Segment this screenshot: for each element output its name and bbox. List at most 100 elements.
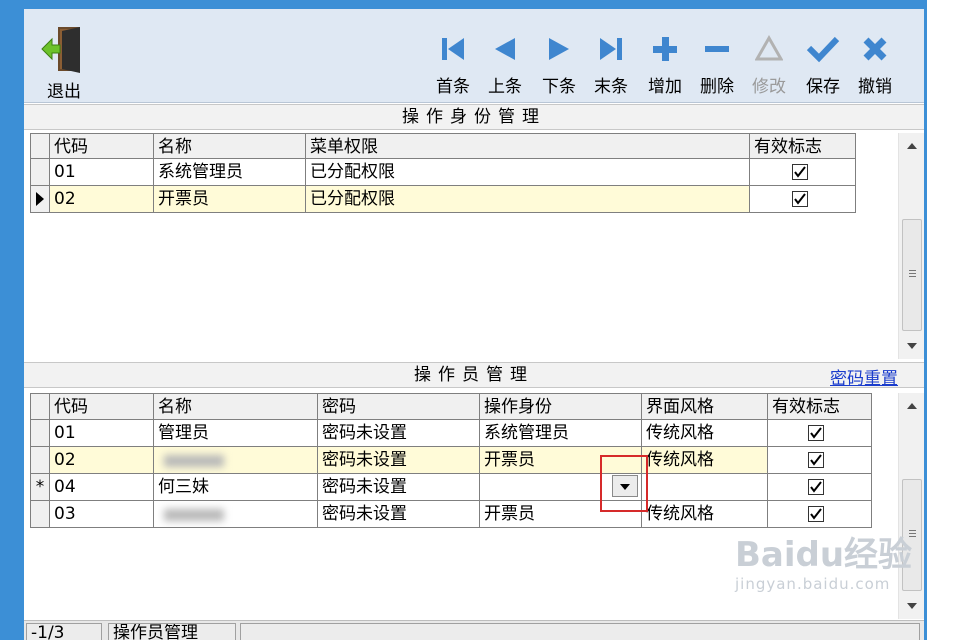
roles-row-indicator-current[interactable] — [30, 186, 50, 213]
scroll-down-arrow-icon[interactable] — [907, 343, 917, 349]
roles-grid: 代码 名称 菜单权限 有效标志 01 系统管理员 已分配权限 02 开票员 已分… — [30, 131, 900, 359]
operators-row-indicator[interactable] — [30, 420, 50, 447]
operators-cell-password[interactable]: 密码未设置 — [318, 501, 480, 528]
operators-cell-style[interactable]: 传统风格 — [642, 447, 768, 474]
record-position: -1/3 — [26, 623, 102, 640]
roles-section-title: 操作身份管理 — [24, 104, 924, 130]
exit-label: 退出 — [47, 82, 81, 102]
operators-cell-name-blurred[interactable] — [154, 501, 318, 528]
first-record-label: 首条 — [436, 77, 470, 97]
first-record-icon — [439, 35, 467, 68]
operators-header-code[interactable]: 代码 — [50, 393, 154, 420]
operators-cell-style[interactable]: 传统风格 — [642, 420, 768, 447]
roles-header-valid[interactable]: 有效标志 — [750, 133, 856, 159]
exit-button[interactable]: 退出 — [36, 9, 92, 103]
operators-cell-password[interactable]: 密码未设置 — [318, 474, 480, 501]
add-icon — [651, 35, 679, 68]
operators-row-indicator[interactable] — [30, 447, 50, 474]
add-button[interactable]: 增加 — [640, 9, 690, 103]
cancel-x-icon — [861, 35, 889, 68]
delete-button[interactable]: 删除 — [692, 9, 742, 103]
valid-checkbox[interactable] — [808, 506, 824, 522]
roles-cell-name[interactable]: 开票员 — [154, 186, 306, 213]
operators-cell-name-blurred[interactable] — [154, 447, 318, 474]
roles-cell-name[interactable]: 系统管理员 — [154, 159, 306, 186]
roles-cell-code[interactable]: 02 — [50, 186, 154, 213]
valid-checkbox[interactable] — [792, 164, 808, 180]
operators-header-indicator — [30, 393, 50, 420]
roles-cell-valid[interactable] — [750, 159, 856, 186]
operators-section-title: 操作员管理 — [24, 362, 924, 388]
operators-header-valid[interactable]: 有效标志 — [768, 393, 872, 420]
next-record-button[interactable]: 下条 — [534, 9, 584, 103]
operators-cell-style[interactable] — [642, 474, 768, 501]
operators-cell-password[interactable]: 密码未设置 — [318, 447, 480, 474]
window-top-border — [0, 0, 960, 9]
operators-cell-name[interactable]: 管理员 — [154, 420, 318, 447]
roles-cell-menu[interactable]: 已分配权限 — [306, 159, 750, 186]
edit-button[interactable]: 修改 — [744, 9, 794, 103]
next-record-icon — [545, 35, 573, 68]
current-row-arrow-icon — [36, 192, 44, 206]
operators-cell-role[interactable]: 系统管理员 — [480, 420, 642, 447]
operators-row-indicator-new[interactable]: * — [30, 474, 50, 501]
edit-icon — [754, 34, 784, 68]
operators-cell-valid[interactable] — [768, 420, 872, 447]
operators-header-style[interactable]: 界面风格 — [642, 393, 768, 420]
operators-cell-style[interactable]: 传统风格 — [642, 501, 768, 528]
roles-cell-valid[interactable] — [750, 186, 856, 213]
valid-checkbox[interactable] — [808, 452, 824, 468]
previous-record-label: 上条 — [488, 77, 522, 97]
delete-icon — [703, 35, 731, 68]
operators-cell-code[interactable]: 01 — [50, 420, 154, 447]
exit-door-icon — [40, 25, 88, 80]
add-label: 增加 — [648, 77, 682, 97]
roles-header-menu[interactable]: 菜单权限 — [306, 133, 750, 159]
window-left-border — [0, 0, 24, 640]
roles-header-code[interactable]: 代码 — [50, 133, 154, 159]
previous-record-button[interactable]: 上条 — [480, 9, 530, 103]
scroll-up-arrow-icon[interactable] — [907, 143, 917, 149]
valid-checkbox[interactable] — [808, 479, 824, 495]
edit-label: 修改 — [752, 77, 786, 97]
last-record-label: 末条 — [594, 77, 628, 97]
watermark-url: jingyan.baidu.com — [735, 575, 891, 593]
operators-cell-valid[interactable] — [768, 447, 872, 474]
operators-cell-valid[interactable] — [768, 501, 872, 528]
operators-cell-code[interactable]: 04 — [50, 474, 154, 501]
scrollbar-thumb[interactable] — [902, 219, 922, 331]
roles-vertical-scrollbar[interactable] — [898, 133, 924, 359]
next-record-label: 下条 — [542, 77, 576, 97]
roles-cell-code[interactable]: 01 — [50, 159, 154, 186]
roles-header-indicator — [30, 133, 50, 159]
cancel-label: 撤销 — [858, 77, 892, 97]
operators-header-role[interactable]: 操作身份 — [480, 393, 642, 420]
operators-cell-password[interactable]: 密码未设置 — [318, 420, 480, 447]
status-message — [240, 623, 920, 640]
operators-cell-code[interactable]: 03 — [50, 501, 154, 528]
status-bar: -1/3 操作员管理 — [24, 620, 924, 640]
reset-password-link[interactable]: 密码重置 — [830, 364, 898, 389]
last-record-button[interactable]: 末条 — [586, 9, 636, 103]
roles-row-indicator[interactable] — [30, 159, 50, 186]
delete-label: 删除 — [700, 77, 734, 97]
previous-record-icon — [491, 35, 519, 68]
operators-header-name[interactable]: 名称 — [154, 393, 318, 420]
scroll-down-arrow-icon[interactable] — [907, 603, 917, 609]
first-record-button[interactable]: 首条 — [428, 9, 478, 103]
operators-cell-code[interactable]: 02 — [50, 447, 154, 474]
valid-checkbox[interactable] — [792, 191, 808, 207]
window-right-border — [924, 0, 927, 640]
operators-row-indicator[interactable] — [30, 501, 50, 528]
save-button[interactable]: 保存 — [798, 9, 848, 103]
watermark-brand: Baidu经验 — [735, 535, 913, 575]
cancel-button[interactable]: 撤销 — [850, 9, 900, 103]
roles-cell-menu[interactable]: 已分配权限 — [306, 186, 750, 213]
operators-header-password[interactable]: 密码 — [318, 393, 480, 420]
scroll-up-arrow-icon[interactable] — [907, 403, 917, 409]
roles-header-name[interactable]: 名称 — [154, 133, 306, 159]
operators-cell-name[interactable]: 何三妹 — [154, 474, 318, 501]
save-label: 保存 — [806, 77, 840, 97]
valid-checkbox[interactable] — [808, 425, 824, 441]
operators-cell-valid[interactable] — [768, 474, 872, 501]
